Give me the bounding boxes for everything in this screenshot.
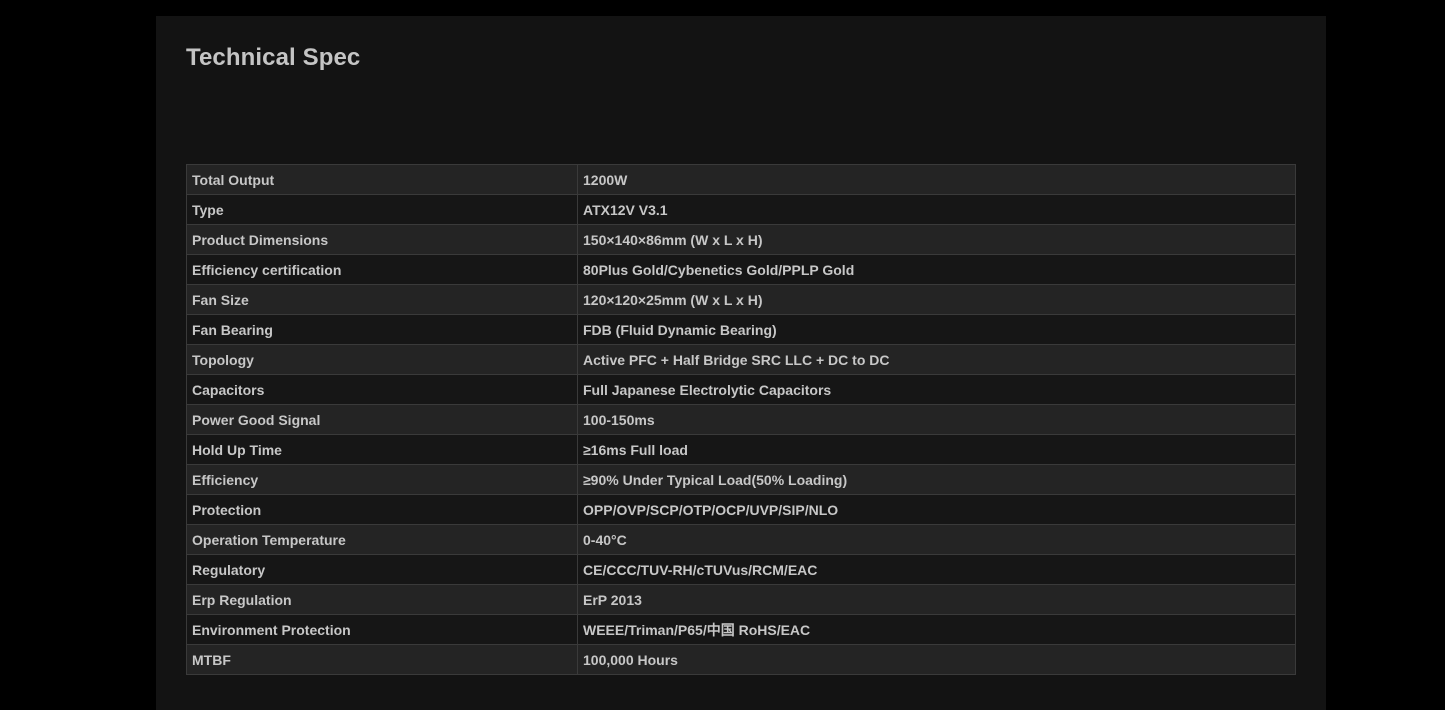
spec-label: Power Good Signal <box>186 404 578 435</box>
spec-value: 100,000 Hours <box>577 644 1296 675</box>
spec-label: Environment Protection <box>186 614 578 645</box>
spec-value: Full Japanese Electrolytic Capacitors <box>577 374 1296 405</box>
spec-label: Capacitors <box>186 374 578 405</box>
spec-value: FDB (Fluid Dynamic Bearing) <box>577 314 1296 345</box>
spec-label: Total Output <box>186 164 578 195</box>
spec-label: Regulatory <box>186 554 578 585</box>
spec-label: MTBF <box>186 644 578 675</box>
spec-value: Active PFC + Half Bridge SRC LLC + DC to… <box>577 344 1296 375</box>
spec-value: 0-40°C <box>577 524 1296 555</box>
spec-row: Product Dimensions 150×140×86mm (W x L x … <box>186 224 1296 255</box>
spec-label: Type <box>186 194 578 225</box>
spec-label: Product Dimensions <box>186 224 578 255</box>
spec-row: Topology Active PFC + Half Bridge SRC LLC… <box>186 344 1296 375</box>
spec-value: ≥16ms Full load <box>577 434 1296 465</box>
spec-row: Efficiency ≥90% Under Typical Load(50% Lo… <box>186 464 1296 495</box>
spec-table-body: Total Output 1200W Type ATX12V V3.1 Product … <box>186 164 1296 675</box>
spec-panel: Technical Spec Total Output 1200W Type ATX1… <box>156 16 1326 710</box>
spec-row: Operation Temperature 0-40°C <box>186 524 1296 555</box>
spec-row: Environment Protection WEEE/Triman/P65/中国… <box>186 614 1296 645</box>
spec-value: ErP 2013 <box>577 584 1296 615</box>
spec-table: Total Output 1200W Type ATX12V V3.1 Product … <box>186 164 1296 675</box>
spec-row: Fan Bearing FDB (Fluid Dynamic Bearing) <box>186 314 1296 345</box>
spec-row: Efficiency certification 80Plus Gold/Cybe… <box>186 254 1296 285</box>
spec-row: Fan Size 120×120×25mm (W x L x H) <box>186 284 1296 315</box>
spec-label: Operation Temperature <box>186 524 578 555</box>
spec-row: Type ATX12V V3.1 <box>186 194 1296 225</box>
spec-label: Fan Size <box>186 284 578 315</box>
spec-row: Regulatory CE/CCC/TUV-RH/cTUVus/RCM/EAC <box>186 554 1296 585</box>
spec-label: Erp Regulation <box>186 584 578 615</box>
spec-row: Total Output 1200W <box>186 164 1296 195</box>
spec-value: 100-150ms <box>577 404 1296 435</box>
spec-label: Protection <box>186 494 578 525</box>
spec-row: Protection OPP/OVP/SCP/OTP/OCP/UVP/SIP/NL… <box>186 494 1296 525</box>
spec-row: Hold Up Time ≥16ms Full load <box>186 434 1296 465</box>
spec-value: ≥90% Under Typical Load(50% Loading) <box>577 464 1296 495</box>
spec-value: 120×120×25mm (W x L x H) <box>577 284 1296 315</box>
spec-row: Erp Regulation ErP 2013 <box>186 584 1296 615</box>
page-title: Technical Spec <box>186 44 361 71</box>
spec-value: CE/CCC/TUV-RH/cTUVus/RCM/EAC <box>577 554 1296 585</box>
spec-value: 1200W <box>577 164 1296 195</box>
spec-value: 150×140×86mm (W x L x H) <box>577 224 1296 255</box>
spec-value: ATX12V V3.1 <box>577 194 1296 225</box>
spec-row: MTBF 100,000 Hours <box>186 644 1296 675</box>
spec-value: 80Plus Gold/Cybenetics Gold/PPLP Gold <box>577 254 1296 285</box>
spec-label: Topology <box>186 344 578 375</box>
spec-value: OPP/OVP/SCP/OTP/OCP/UVP/SIP/NLO <box>577 494 1296 525</box>
spec-value: WEEE/Triman/P65/中国 RoHS/EAC <box>577 614 1296 645</box>
spec-label: Efficiency <box>186 464 578 495</box>
spec-label: Efficiency certification <box>186 254 578 285</box>
spec-label: Hold Up Time <box>186 434 578 465</box>
spec-label: Fan Bearing <box>186 314 578 345</box>
spec-row: Power Good Signal 100-150ms <box>186 404 1296 435</box>
spec-row: Capacitors Full Japanese Electrolytic Cap… <box>186 374 1296 405</box>
